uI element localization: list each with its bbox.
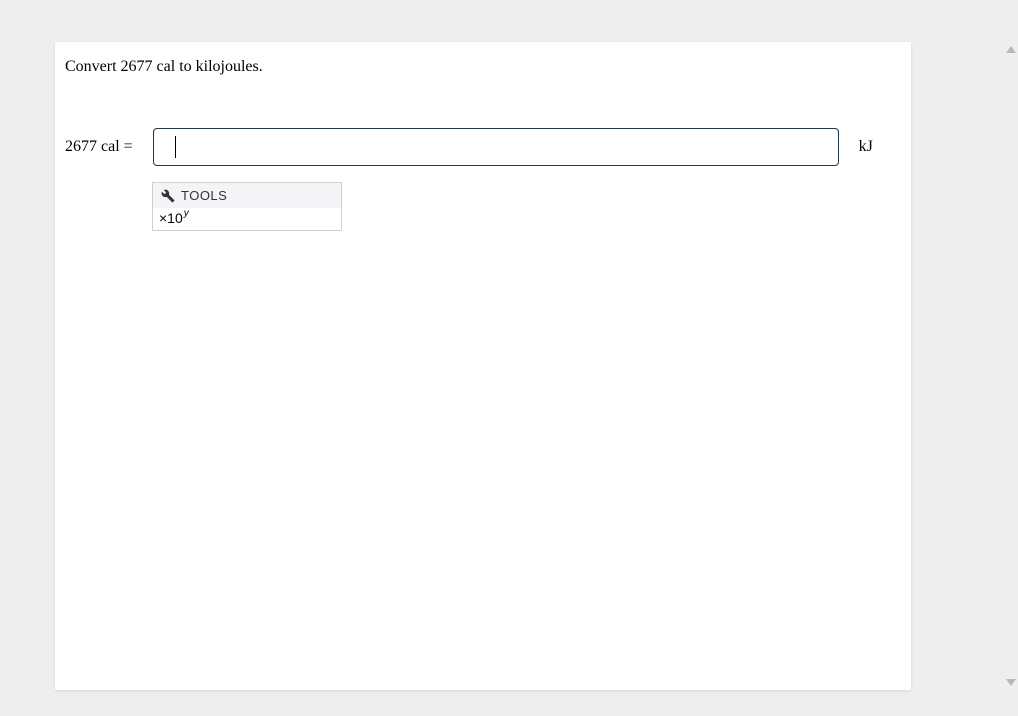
equation-lhs: 2677 cal =	[65, 138, 133, 156]
text-cursor	[175, 136, 176, 158]
unit-label: kJ	[859, 138, 873, 156]
tools-header[interactable]: TOOLS	[153, 183, 341, 208]
content-panel: Convert 2677 cal to kilojoules. 2677 cal…	[55, 42, 911, 690]
tools-header-label: TOOLS	[181, 188, 227, 203]
sci-notation-base: ×10	[159, 210, 183, 226]
scrollbar-track[interactable]	[1008, 42, 1018, 690]
scroll-down-icon[interactable]	[1006, 679, 1016, 686]
scroll-up-icon[interactable]	[1006, 46, 1016, 53]
tools-panel: TOOLS ×10y	[152, 182, 342, 231]
equation-row: 2677 cal = kJ	[65, 128, 873, 166]
wrench-icon	[161, 189, 175, 203]
scientific-notation-button[interactable]: ×10y	[159, 210, 189, 226]
sci-notation-exponent: y	[184, 208, 189, 219]
question-prompt: Convert 2677 cal to kilojoules.	[65, 58, 263, 76]
tools-body: ×10y	[153, 208, 341, 230]
answer-input[interactable]	[153, 128, 839, 166]
